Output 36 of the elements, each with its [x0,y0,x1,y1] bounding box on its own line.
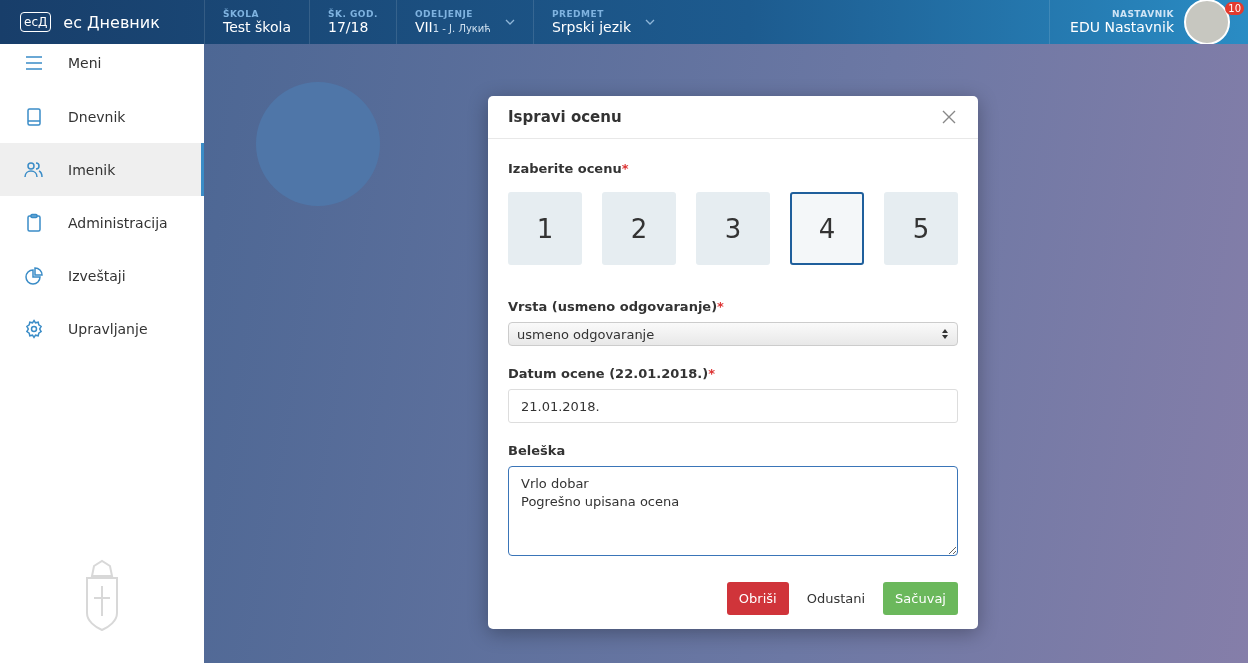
avatar[interactable] [1184,0,1230,45]
settings-icon [24,318,44,339]
pie-chart-icon [24,265,44,286]
book-icon [24,106,44,127]
select-arrows-icon [941,328,949,340]
sidebar-item[interactable]: Dnevnik [0,90,204,143]
field-label: Datum ocene (22.01.2018.)* [508,366,717,381]
type-select[interactable]: usmeno odgovaranje [508,322,958,346]
field-label: Beleška [508,443,567,458]
close-button[interactable] [940,108,958,126]
people-icon [24,159,44,180]
user-role: NASTAVNIK [1111,9,1174,19]
chevron-down-icon [645,19,655,25]
dialog-title: Ispravi ocenu [508,108,622,126]
sidebar-item[interactable]: Administracija [0,196,204,249]
field-label: Izaberite ocenu* [508,161,630,176]
sidebar-item[interactable]: Imenik [0,143,204,196]
user-name: EDU Nastavnik [1070,19,1174,35]
sidebar-item[interactable]: Meni [0,44,204,82]
clipboard-icon [24,212,44,233]
notification-badge: 10 [1225,2,1244,15]
delete-button[interactable]: Obriši [726,582,789,615]
note-textarea[interactable]: Vrlo dobar Pogrešno upisana ocena [508,466,958,556]
menu-icon [24,53,44,73]
grade-option[interactable]: 1 [508,192,582,265]
sidebar-item[interactable]: Izveštaji [0,249,204,302]
field-label: Vrsta (usmeno odgovaranje)* [508,299,725,314]
sidebar-item[interactable]: Upravljanje [0,302,204,355]
grade-option[interactable]: 5 [884,192,958,265]
brand-name: ec Дневник [63,12,160,32]
app-logo: ecД [20,12,52,32]
grade-option[interactable]: 3 [696,192,770,265]
grade-option[interactable]: 4 [790,192,864,265]
date-input[interactable]: 21.01.2018. [508,389,958,423]
chevron-down-icon [504,19,515,25]
grade-option[interactable]: 2 [602,192,676,265]
